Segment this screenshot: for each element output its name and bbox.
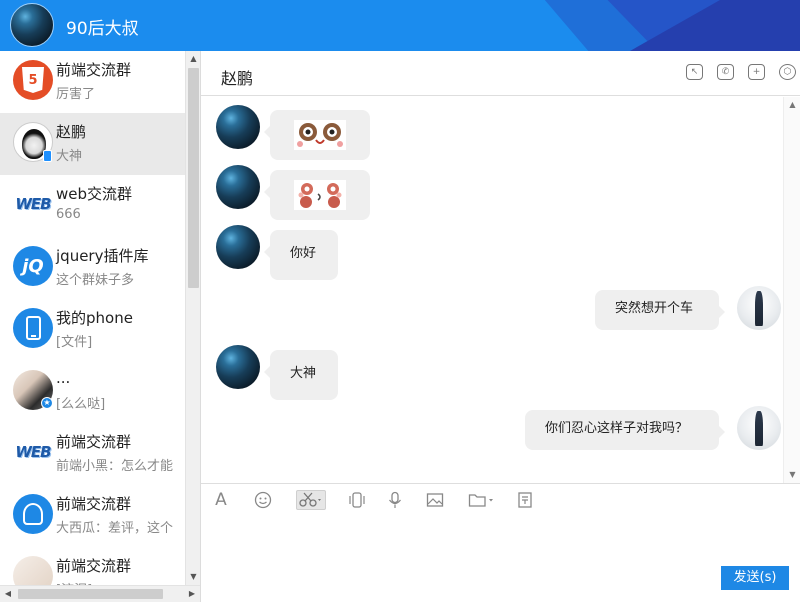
conversation-item[interactable]: WEB web交流群 666 xyxy=(0,175,185,237)
conversation-name: ... xyxy=(56,369,71,387)
message-bubble-outgoing: 突然想开个车 xyxy=(595,290,725,330)
scroll-right-icon[interactable]: ▶ xyxy=(184,586,200,602)
conversation-preview: 666 xyxy=(56,207,81,222)
folder-icon[interactable] xyxy=(467,490,497,510)
chat-header: 赵鹏 ↖ ✆ + ⬡ xyxy=(201,51,800,96)
phone-call-icon[interactable]: ✆ xyxy=(717,64,734,80)
title-bar: 90后大叔 xyxy=(0,0,800,51)
sender-avatar[interactable] xyxy=(216,225,260,269)
phone-icon xyxy=(13,308,53,348)
history-icon[interactable] xyxy=(515,490,535,510)
sender-avatar[interactable] xyxy=(216,105,260,149)
sender-avatar[interactable] xyxy=(216,345,260,389)
sidebar-horizontal-scrollbar[interactable]: ◀ ▶ xyxy=(0,585,200,602)
html5-icon: 5 xyxy=(13,60,53,100)
message-area: 你好 突然想开个车 大神 你们忍心这样子对我吗？ ▲ ▼ xyxy=(201,97,800,483)
scroll-left-icon[interactable]: ◀ xyxy=(0,586,16,602)
conversation-item[interactable]: ★ ... [么么哒] xyxy=(0,361,185,423)
chat-title: 赵鹏 xyxy=(221,69,254,88)
conversation-item-selected[interactable]: 赵鹏 大神 xyxy=(0,113,185,175)
scroll-up-icon[interactable]: ▲ xyxy=(784,97,800,113)
conversation-preview: 前端小黑：怎么才能 xyxy=(56,459,174,474)
scroll-down-icon[interactable]: ▼ xyxy=(186,569,200,585)
scroll-up-icon[interactable]: ▲ xyxy=(186,51,200,67)
conversation-name: web交流群 xyxy=(56,185,133,203)
web-logo-icon: WEB xyxy=(13,184,53,224)
mobile-online-icon xyxy=(43,150,52,162)
conversation-name: 前端交流群 xyxy=(56,557,132,575)
message-bubble xyxy=(264,110,370,160)
image-icon[interactable] xyxy=(425,490,445,510)
sender-avatar[interactable] xyxy=(216,165,260,209)
conversation-item[interactable]: 我的phone [文件] xyxy=(0,299,185,361)
conversation-item[interactable]: 前端交流群 大西瓜：差评，这个 xyxy=(0,485,185,547)
conversation-item[interactable]: jQ jquery插件库 这个群妹子多 xyxy=(0,237,185,299)
star-badge-icon: ★ xyxy=(41,397,53,409)
conversation-name: 赵鹏 xyxy=(56,123,87,141)
conversation-preview: 大神 xyxy=(56,149,83,164)
font-icon[interactable]: A xyxy=(211,490,231,510)
sidebar-vertical-scrollbar[interactable]: ▲ ▼ xyxy=(185,51,200,585)
share-screen-icon[interactable]: ↖ xyxy=(686,64,703,80)
scrollbar-thumb[interactable] xyxy=(188,68,199,288)
message-scrollbar[interactable]: ▲ ▼ xyxy=(783,97,800,483)
conversation-preview: 厉害了 xyxy=(56,87,96,102)
my-avatar[interactable] xyxy=(10,3,54,47)
sticker-emoji-icon xyxy=(294,120,346,150)
shake-icon[interactable] xyxy=(347,490,367,510)
conversation-preview: [文件] xyxy=(56,335,93,350)
scrollbar-thumb[interactable] xyxy=(18,589,163,599)
add-member-icon[interactable]: + xyxy=(748,64,765,80)
message-bubble: 大神 xyxy=(264,350,338,400)
message-input[interactable]: 发送(s) xyxy=(201,515,800,602)
conversation-preview: 大西瓜：差评，这个 xyxy=(56,521,174,536)
message-bubble-outgoing: 你们忍心这样子对我吗？ xyxy=(525,410,725,450)
message-bubble: 你好 xyxy=(264,230,338,280)
conversation-name: jquery插件库 xyxy=(56,247,149,265)
web-logo-icon: WEB xyxy=(13,432,53,472)
microphone-icon[interactable] xyxy=(385,490,405,510)
emoji-icon[interactable] xyxy=(253,490,273,510)
jquery-logo-icon: jQ xyxy=(13,246,53,286)
send-button[interactable]: 发送(s) xyxy=(721,566,789,590)
scroll-down-icon[interactable]: ▼ xyxy=(784,467,800,483)
conversation-preview: [么么哒] xyxy=(56,397,106,412)
conversation-item[interactable]: 5 前端交流群 厉害了 xyxy=(0,51,185,113)
my-username: 90后大叔 xyxy=(66,19,139,39)
my-message-avatar[interactable] xyxy=(737,286,781,330)
conversation-name: 我的phone xyxy=(56,309,133,327)
conversation-name: 前端交流群 xyxy=(56,495,132,513)
conversation-preview: 这个群妹子多 xyxy=(56,273,135,288)
my-message-avatar[interactable] xyxy=(737,406,781,450)
conversation-name: 前端交流群 xyxy=(56,433,132,451)
conversation-name: 前端交流群 xyxy=(56,61,132,79)
composer-toolbar: A xyxy=(201,483,800,515)
conversation-list: 5 前端交流群 厉害了 赵鹏 大神 WEB web交流群 666 jQ jque… xyxy=(0,51,201,602)
user-group-icon xyxy=(13,494,53,534)
scissors-icon[interactable] xyxy=(296,490,326,510)
conversation-item[interactable]: WEB 前端交流群 前端小黑：怎么才能 xyxy=(0,423,185,485)
sticker-emoji-icon xyxy=(294,180,346,210)
message-bubble xyxy=(264,170,370,220)
settings-icon[interactable]: ⬡ xyxy=(779,64,796,80)
